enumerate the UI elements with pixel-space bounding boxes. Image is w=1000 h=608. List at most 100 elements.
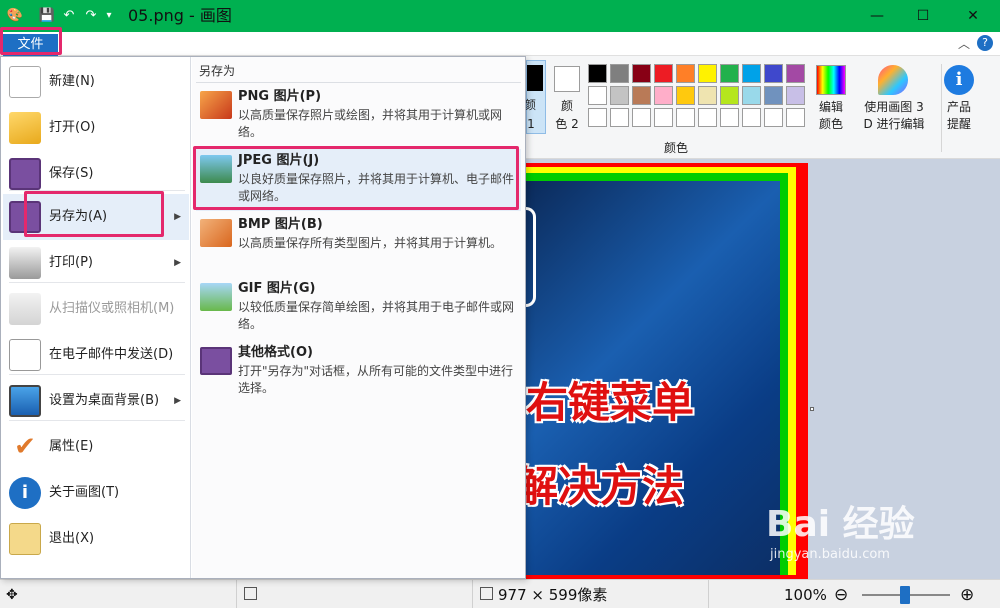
canvas-resize-handle[interactable]: [810, 407, 814, 411]
save-format-option[interactable]: GIF 图片(G) 以较低质量保存简单绘图，并将其用于电子邮件或网络。: [196, 277, 521, 339]
product-alert-label-a[interactable]: 产品: [940, 100, 978, 115]
edit-colors-icon[interactable]: [816, 65, 846, 95]
quick-save-icon[interactable]: 💾: [38, 7, 56, 25]
product-alert-icon[interactable]: i: [944, 65, 974, 95]
palette-swatch[interactable]: [742, 108, 761, 127]
palette-swatch[interactable]: [588, 108, 607, 127]
palette-swatch[interactable]: [610, 64, 629, 83]
palette-swatch[interactable]: [610, 86, 629, 105]
file-menu-item[interactable]: 打印(P) ▶: [3, 240, 189, 286]
palette-swatch[interactable]: [698, 108, 717, 127]
minimize-button[interactable]: —: [854, 0, 900, 32]
collapse-ribbon-icon[interactable]: ︿: [958, 35, 970, 52]
gif-image-icon: [200, 283, 232, 311]
zoom-out-button[interactable]: ⊖: [834, 586, 848, 604]
palette-swatch[interactable]: [720, 86, 739, 105]
palette-swatch[interactable]: [786, 108, 805, 127]
file-menu: 新建(N) 打开(O) 保存(S) 另存为(A) ▶ 打印(P) ▶ 从扫描仪或照相机(M) 在…: [0, 56, 526, 579]
file-menu-item[interactable]: i 关于画图(T): [3, 470, 189, 516]
file-menu-commands: 新建(N) 打开(O) 保存(S) 另存为(A) ▶ 打印(P) ▶ 从扫描仪或照相机(M) 在…: [1, 57, 191, 578]
palette-swatch[interactable]: [786, 86, 805, 105]
desktop-icon: [9, 385, 41, 417]
palette-swatch[interactable]: [698, 86, 717, 105]
customize-quick-access-icon[interactable]: ▾: [102, 7, 116, 25]
watermark-logo: Bai 经验: [766, 504, 915, 545]
save-format-title: PNG 图片(P): [238, 89, 322, 104]
save-format-description: 以较低质量保存简单绘图，并将其用于电子邮件或网络。: [238, 300, 515, 331]
palette-swatch[interactable]: [676, 86, 695, 105]
file-menu-item[interactable]: 新建(N): [3, 59, 189, 105]
ribbon-tab-row: 文件 ︿ ?: [0, 32, 1000, 56]
printer-icon: [9, 247, 41, 279]
submenu-arrow-icon: ▶: [174, 396, 181, 406]
file-menu-item-label: 属性(E): [49, 439, 94, 454]
paint3d-label-b[interactable]: D 进行编辑: [856, 117, 932, 132]
new-page-icon: [9, 66, 41, 98]
palette-swatch[interactable]: [764, 64, 783, 83]
save-format-title: GIF 图片(G): [238, 281, 316, 296]
paint3d-icon[interactable]: [878, 65, 908, 95]
file-menu-item-label: 保存(S): [49, 166, 94, 181]
file-menu-item[interactable]: ✔ 属性(E): [3, 424, 189, 470]
save-format-option[interactable]: PNG 图片(P) 以高质量保存照片或绘图，并将其用于计算机或网络。: [196, 85, 521, 147]
other-formats-icon: [200, 347, 232, 375]
info-icon: i: [9, 477, 41, 509]
save-format-option[interactable]: 其他格式(O) 打开"另存为"对话框，从所有可能的文件类型中进行选择。: [196, 341, 521, 403]
save-format-title: BMP 图片(B): [238, 217, 323, 232]
zoom-slider-thumb[interactable]: [900, 586, 910, 604]
palette-swatch[interactable]: [742, 64, 761, 83]
file-menu-item-label: 关于画图(T): [49, 485, 120, 500]
file-menu-item[interactable]: 在电子邮件中发送(D): [3, 332, 189, 378]
product-alert-label-b[interactable]: 提醒: [940, 117, 978, 132]
palette-swatch[interactable]: [764, 108, 783, 127]
palette-swatch[interactable]: [676, 64, 695, 83]
palette-swatch[interactable]: [610, 108, 629, 127]
palette-swatch[interactable]: [588, 64, 607, 83]
file-menu-item[interactable]: 打开(O): [3, 105, 189, 151]
file-menu-item-label: 新建(N): [49, 74, 95, 89]
file-menu-item-label: 从扫描仪或照相机(M): [49, 301, 175, 316]
palette-swatch[interactable]: [742, 86, 761, 105]
palette-swatch[interactable]: [632, 64, 651, 83]
save-format-option[interactable]: BMP 图片(B) 以高质量保存所有类型图片，并将其用于计算机。: [196, 213, 521, 275]
edit-colors-label-b[interactable]: 颜色: [811, 117, 851, 132]
palette-swatch[interactable]: [632, 108, 651, 127]
paint3d-label-a[interactable]: 使用画图 3: [856, 100, 932, 115]
file-menu-item: 从扫描仪或照相机(M): [3, 286, 189, 332]
submenu-arrow-icon: ▶: [174, 258, 181, 268]
zoom-in-button[interactable]: ⊕: [960, 586, 974, 604]
redo-icon[interactable]: ↷: [82, 7, 100, 25]
palette-swatch[interactable]: [698, 64, 717, 83]
color2-swatch[interactable]: [554, 66, 580, 92]
bmp-image-icon: [200, 219, 232, 247]
palette-swatch[interactable]: [588, 86, 607, 105]
palette-swatch[interactable]: [720, 108, 739, 127]
file-menu-item[interactable]: 设置为桌面背景(B) ▶: [3, 378, 189, 424]
palette-swatch[interactable]: [720, 64, 739, 83]
palette-swatch[interactable]: [654, 64, 673, 83]
highlight-jpeg: [193, 146, 519, 210]
canvas-area[interactable]: 右键菜单 解决方法 Bai 经验 jingyan.baidu.com: [516, 159, 1000, 579]
image-size-icon: [480, 587, 493, 600]
close-button[interactable]: ✕: [950, 0, 996, 32]
file-menu-item[interactable]: 退出(X): [3, 516, 189, 562]
color1-label-b: 1: [527, 117, 535, 131]
palette-swatch[interactable]: [654, 108, 673, 127]
edit-colors-label-a[interactable]: 编辑: [811, 100, 851, 115]
highlight-file-tab: [0, 27, 62, 55]
scanner-icon: [9, 293, 41, 325]
title-bar: 🎨 💾 ↶ ↷ ▾ 05.png - 画图 — ☐ ✕: [0, 0, 1000, 32]
undo-icon[interactable]: ↶: [60, 7, 78, 25]
palette-swatch[interactable]: [676, 108, 695, 127]
maximize-button[interactable]: ☐: [900, 0, 946, 32]
file-menu-item-label: 在电子邮件中发送(D): [49, 347, 174, 362]
help-icon[interactable]: ?: [977, 35, 993, 51]
save-format-title: 其他格式(O): [238, 345, 313, 360]
canvas-text-line1: 右键菜单: [526, 378, 695, 427]
zoom-level: 100%: [784, 586, 827, 604]
palette-swatch[interactable]: [654, 86, 673, 105]
palette-swatch[interactable]: [632, 86, 651, 105]
ribbon-home: 颜 1 颜 色 2 颜色 编辑 颜色 使用画图 3 D 进行编辑 i 产品 提醒: [524, 56, 1000, 159]
palette-swatch[interactable]: [786, 64, 805, 83]
palette-swatch[interactable]: [764, 86, 783, 105]
